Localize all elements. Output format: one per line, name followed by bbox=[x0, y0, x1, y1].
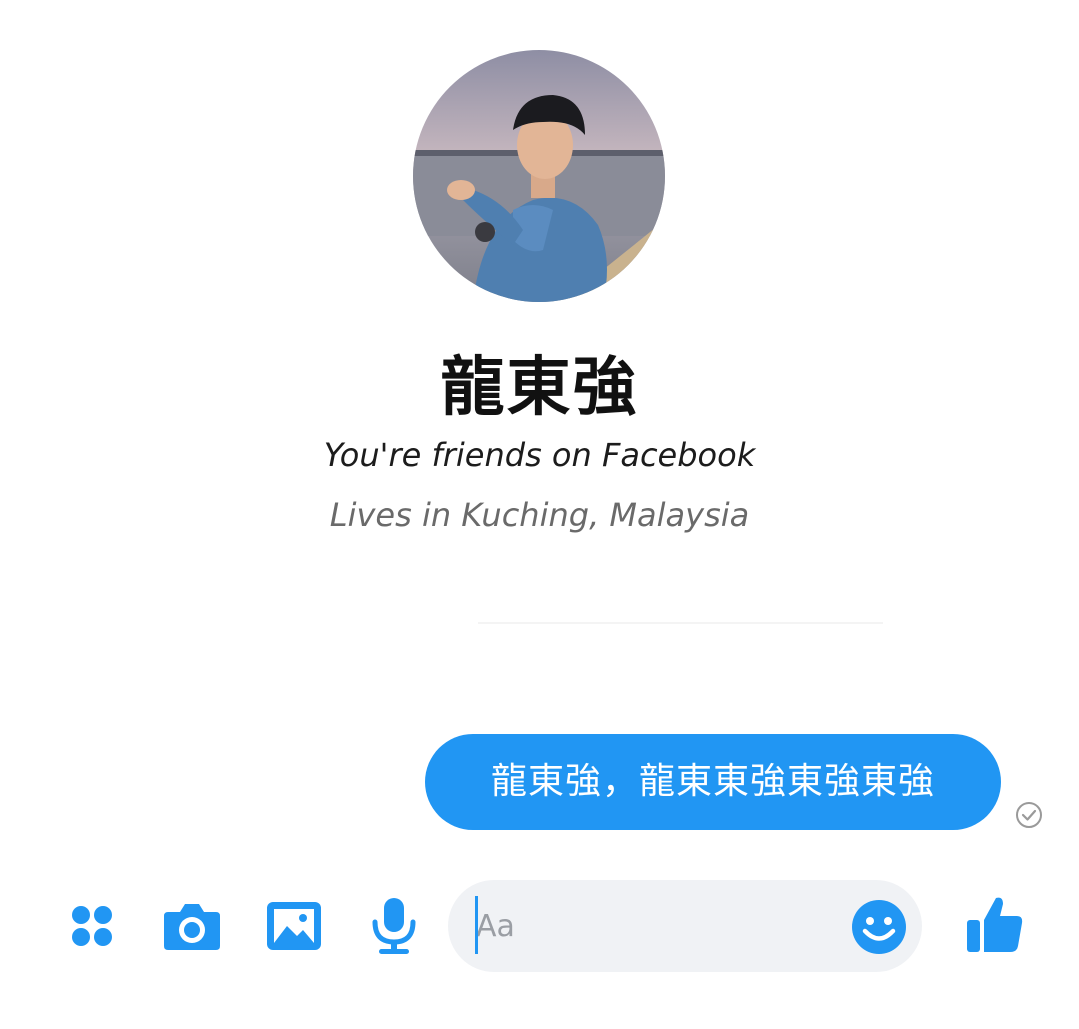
smiley-icon bbox=[852, 900, 906, 954]
like-button[interactable] bbox=[962, 892, 1028, 958]
profile-name: 龍東強 bbox=[440, 351, 639, 425]
apps-grid-icon bbox=[72, 906, 112, 946]
emoji-button[interactable] bbox=[850, 898, 908, 956]
profile-photo bbox=[413, 50, 665, 302]
message-input[interactable] bbox=[476, 898, 816, 954]
profile-location: Lives in Kuching, Malaysia bbox=[329, 496, 750, 534]
outgoing-message-bubble[interactable]: 龍東強，龍東東強東強東強 bbox=[425, 734, 1001, 830]
camera-icon bbox=[164, 904, 220, 950]
sent-check-icon bbox=[1016, 802, 1042, 828]
apps-button[interactable] bbox=[62, 896, 122, 956]
image-icon bbox=[267, 902, 321, 950]
divider bbox=[478, 622, 883, 624]
microphone-icon bbox=[372, 898, 416, 954]
profile-avatar[interactable] bbox=[413, 50, 665, 302]
text-caret bbox=[475, 896, 478, 954]
gallery-button[interactable] bbox=[264, 896, 324, 956]
voice-button[interactable] bbox=[364, 896, 424, 956]
friendship-status: You're friends on Facebook bbox=[323, 436, 756, 474]
camera-button[interactable] bbox=[162, 896, 222, 956]
thumbs-up-icon bbox=[967, 897, 1023, 952]
